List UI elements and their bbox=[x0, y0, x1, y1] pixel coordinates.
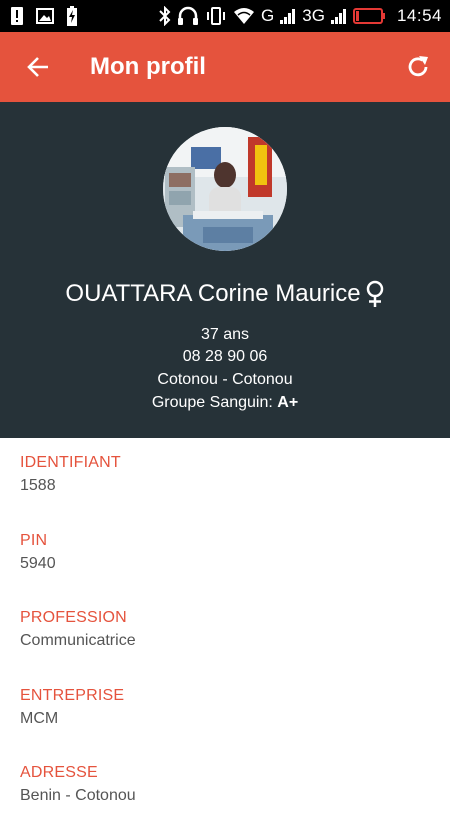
signal-icon bbox=[280, 8, 296, 24]
field-label: ADRESSE bbox=[20, 764, 98, 781]
field-value: Communicatrice bbox=[20, 632, 136, 649]
female-icon bbox=[365, 280, 385, 308]
refresh-icon bbox=[408, 56, 428, 77]
headphones-icon bbox=[177, 6, 199, 26]
app-bar: Mon profil bbox=[0, 32, 450, 102]
vibrate-icon bbox=[205, 6, 227, 26]
field-label: IDENTIFIANT bbox=[20, 454, 121, 471]
blood-group-label: Groupe Sanguin: bbox=[151, 394, 273, 411]
refresh-button[interactable] bbox=[390, 32, 446, 102]
status-bar-right: G 3G 14:54 bbox=[159, 6, 442, 26]
field-value: 1588 bbox=[20, 477, 56, 494]
blood-group-value: A+ bbox=[277, 394, 299, 411]
status-bar-left bbox=[10, 6, 78, 26]
signal-icon bbox=[330, 8, 347, 24]
profile-phone: 08 28 90 06 bbox=[182, 348, 268, 365]
profile-age: 37 ans bbox=[200, 326, 250, 343]
back-button[interactable] bbox=[0, 32, 76, 102]
network-type-2: 3G bbox=[302, 6, 325, 25]
status-time: 14:54 bbox=[396, 6, 442, 25]
field-label: PROFESSION bbox=[20, 609, 127, 626]
profile-header: OUATTARA Corine Maurice 37 ans 08 28 90 … bbox=[0, 102, 450, 438]
field-profession: PROFESSION Communicatrice bbox=[20, 593, 430, 671]
field-value: Benin - Cotonou bbox=[20, 787, 136, 804]
avatar bbox=[163, 127, 287, 251]
battery-charging-icon bbox=[66, 6, 78, 26]
profile-fields: IDENTIFIANT 1588 PIN 5940 PROFESSION Com… bbox=[20, 438, 430, 826]
profile-blood-group: Groupe Sanguin: A+ bbox=[0, 394, 450, 412]
field-label: ENTREPRISE bbox=[20, 686, 125, 704]
field-value: 5940 bbox=[20, 554, 56, 572]
battery-low-icon bbox=[352, 8, 385, 24]
field-value: MCM bbox=[20, 709, 59, 727]
image-icon bbox=[36, 8, 54, 24]
status-bar: G 3G 14:54 bbox=[0, 0, 450, 32]
alert-icon bbox=[10, 7, 24, 25]
profile-name-row: OUATTARA Corine Maurice bbox=[0, 280, 450, 308]
field-identifiant: IDENTIFIANT 1588 bbox=[20, 438, 430, 516]
wifi-icon bbox=[233, 7, 255, 25]
field-pin: PIN 5940 bbox=[20, 516, 430, 594]
network-type-1: G bbox=[261, 6, 275, 25]
field-adresse: ADRESSE Benin - Cotonou bbox=[20, 748, 430, 826]
profile-city: Cotonou - Cotonou bbox=[157, 371, 293, 388]
field-label: PIN bbox=[20, 531, 48, 549]
arrow-left-icon bbox=[27, 57, 48, 77]
bluetooth-icon bbox=[159, 6, 171, 26]
field-entreprise: ENTREPRISE MCM bbox=[20, 671, 430, 749]
page-title: Mon profil bbox=[90, 53, 206, 80]
avatar-photo bbox=[163, 127, 287, 251]
profile-name: OUATTARA Corine Maurice bbox=[65, 280, 361, 307]
